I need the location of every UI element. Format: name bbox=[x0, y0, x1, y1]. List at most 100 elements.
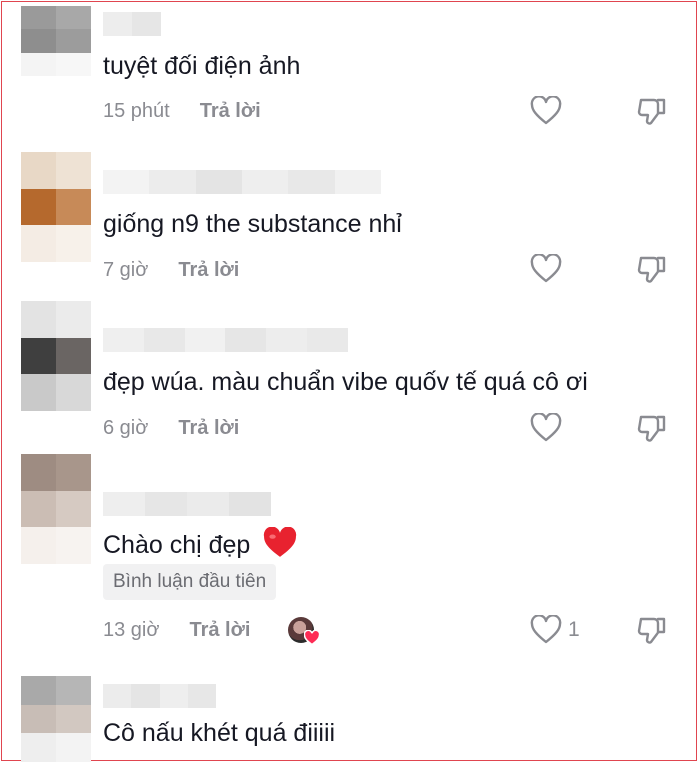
author-liked-indicator bbox=[288, 617, 321, 646]
blur-cell bbox=[21, 374, 56, 411]
blur-cell bbox=[307, 328, 348, 352]
blur-cell bbox=[56, 29, 91, 53]
blur-cell bbox=[21, 6, 56, 30]
blur-cell bbox=[56, 454, 91, 491]
avatar[interactable] bbox=[21, 454, 91, 564]
avatar[interactable] bbox=[21, 152, 91, 262]
blur-cell bbox=[103, 492, 145, 516]
thumbs-down-outline-icon bbox=[637, 98, 666, 125]
blur-cell bbox=[149, 170, 196, 194]
blur-cell bbox=[21, 454, 56, 491]
blur-cell bbox=[266, 328, 308, 352]
blur-cell bbox=[56, 152, 91, 189]
avatar[interactable] bbox=[21, 301, 91, 411]
blur-cell bbox=[56, 301, 91, 338]
blur-cell bbox=[56, 527, 91, 564]
dislike-button[interactable] bbox=[637, 95, 671, 127]
comment-meta: 13 giờ Trả lời bbox=[103, 616, 321, 646]
blur-cell bbox=[103, 170, 150, 194]
blur-cell bbox=[145, 492, 187, 516]
blur-cell bbox=[21, 52, 56, 76]
comment-text: Chào chị đẹp bbox=[103, 531, 251, 559]
blur-cell bbox=[21, 152, 56, 189]
dislike-button[interactable] bbox=[637, 614, 671, 646]
comment-meta: 6 giờ Trả lời bbox=[103, 414, 239, 442]
blur-cell bbox=[187, 492, 229, 516]
blur-cell bbox=[56, 374, 91, 411]
comment-text: đẹp wúa. màu chuẩn vibe quốv tế quá cô ơ… bbox=[103, 368, 588, 396]
comment-meta: 15 phút Trả lời bbox=[103, 97, 261, 125]
blur-cell bbox=[56, 6, 91, 30]
thumbs-down-outline-icon bbox=[637, 415, 666, 442]
blur-cell bbox=[21, 188, 56, 226]
like-button[interactable] bbox=[530, 614, 564, 646]
username-blurred[interactable] bbox=[103, 328, 348, 352]
comment-time: 6 giờ bbox=[103, 416, 149, 439]
blur-cell bbox=[56, 676, 91, 705]
comment-time: 15 phút bbox=[103, 99, 170, 122]
blur-cell bbox=[103, 12, 132, 36]
blur-cell bbox=[229, 492, 271, 516]
blur-cell bbox=[56, 188, 91, 226]
blur-cell bbox=[143, 328, 185, 352]
blur-cell bbox=[103, 328, 144, 352]
dislike-button[interactable] bbox=[637, 412, 671, 444]
comment-text-row: Chào chị đẹp bbox=[103, 527, 297, 560]
thumbs-down-outline-icon bbox=[637, 617, 666, 644]
blur-cell bbox=[21, 733, 56, 762]
avatar[interactable] bbox=[21, 6, 91, 76]
username-blurred[interactable] bbox=[103, 170, 381, 194]
like-button[interactable] bbox=[530, 95, 564, 127]
reply-button[interactable]: Trả lời bbox=[200, 100, 261, 123]
blur-cell bbox=[159, 684, 188, 708]
blur-cell bbox=[56, 337, 91, 375]
reply-button[interactable]: Trả lời bbox=[178, 417, 239, 440]
blur-cell bbox=[195, 170, 242, 194]
blur-cell bbox=[184, 328, 226, 352]
blur-cell bbox=[288, 170, 335, 194]
blur-cell bbox=[21, 704, 56, 734]
blur-cell bbox=[56, 733, 91, 762]
username-blurred[interactable] bbox=[103, 12, 161, 36]
comment-text: tuyệt đối điện ảnh bbox=[103, 52, 301, 80]
like-button[interactable] bbox=[530, 253, 564, 285]
blur-cell bbox=[187, 684, 216, 708]
comment-time: 7 giờ bbox=[103, 258, 149, 281]
first-comment-badge: Bình luận đầu tiên bbox=[103, 564, 277, 600]
blur-cell bbox=[21, 676, 56, 705]
blur-cell bbox=[21, 490, 56, 528]
blur-cell bbox=[103, 684, 132, 708]
reply-button[interactable]: Trả lời bbox=[189, 619, 250, 642]
blur-cell bbox=[131, 684, 160, 708]
avatar[interactable] bbox=[21, 676, 91, 762]
blur-cell bbox=[132, 12, 161, 36]
comment-text: giống n9 the substance nhỉ bbox=[103, 210, 402, 238]
comment-text: Cô nấu khét quá điiiii bbox=[103, 719, 336, 747]
blur-cell bbox=[56, 225, 91, 262]
reply-button[interactable]: Trả lời bbox=[178, 259, 239, 282]
dislike-button[interactable] bbox=[637, 253, 671, 285]
blur-cell bbox=[21, 301, 56, 338]
username-blurred[interactable] bbox=[103, 684, 216, 708]
heart-outline-icon bbox=[530, 615, 562, 644]
blur-cell bbox=[334, 170, 381, 194]
heart-outline-icon bbox=[530, 254, 562, 283]
blur-cell bbox=[241, 170, 289, 194]
like-button[interactable] bbox=[530, 412, 564, 444]
blur-cell bbox=[21, 527, 56, 564]
mini-heart-icon bbox=[304, 630, 321, 646]
blur-cell bbox=[21, 337, 56, 375]
like-count: 1 bbox=[568, 618, 580, 641]
blur-cell bbox=[21, 225, 56, 262]
blur-cell bbox=[56, 490, 91, 528]
red-heart-emoji bbox=[264, 527, 297, 557]
heart-outline-icon bbox=[530, 413, 562, 442]
blur-cell bbox=[56, 704, 91, 734]
comment-meta: 7 giờ Trả lời bbox=[103, 256, 239, 284]
heart-outline-icon bbox=[530, 96, 562, 125]
blur-cell bbox=[21, 29, 56, 53]
blur-cell bbox=[225, 328, 267, 352]
blur-cell bbox=[56, 52, 91, 76]
comment-time: 13 giờ bbox=[103, 618, 160, 641]
username-blurred[interactable] bbox=[103, 492, 271, 516]
